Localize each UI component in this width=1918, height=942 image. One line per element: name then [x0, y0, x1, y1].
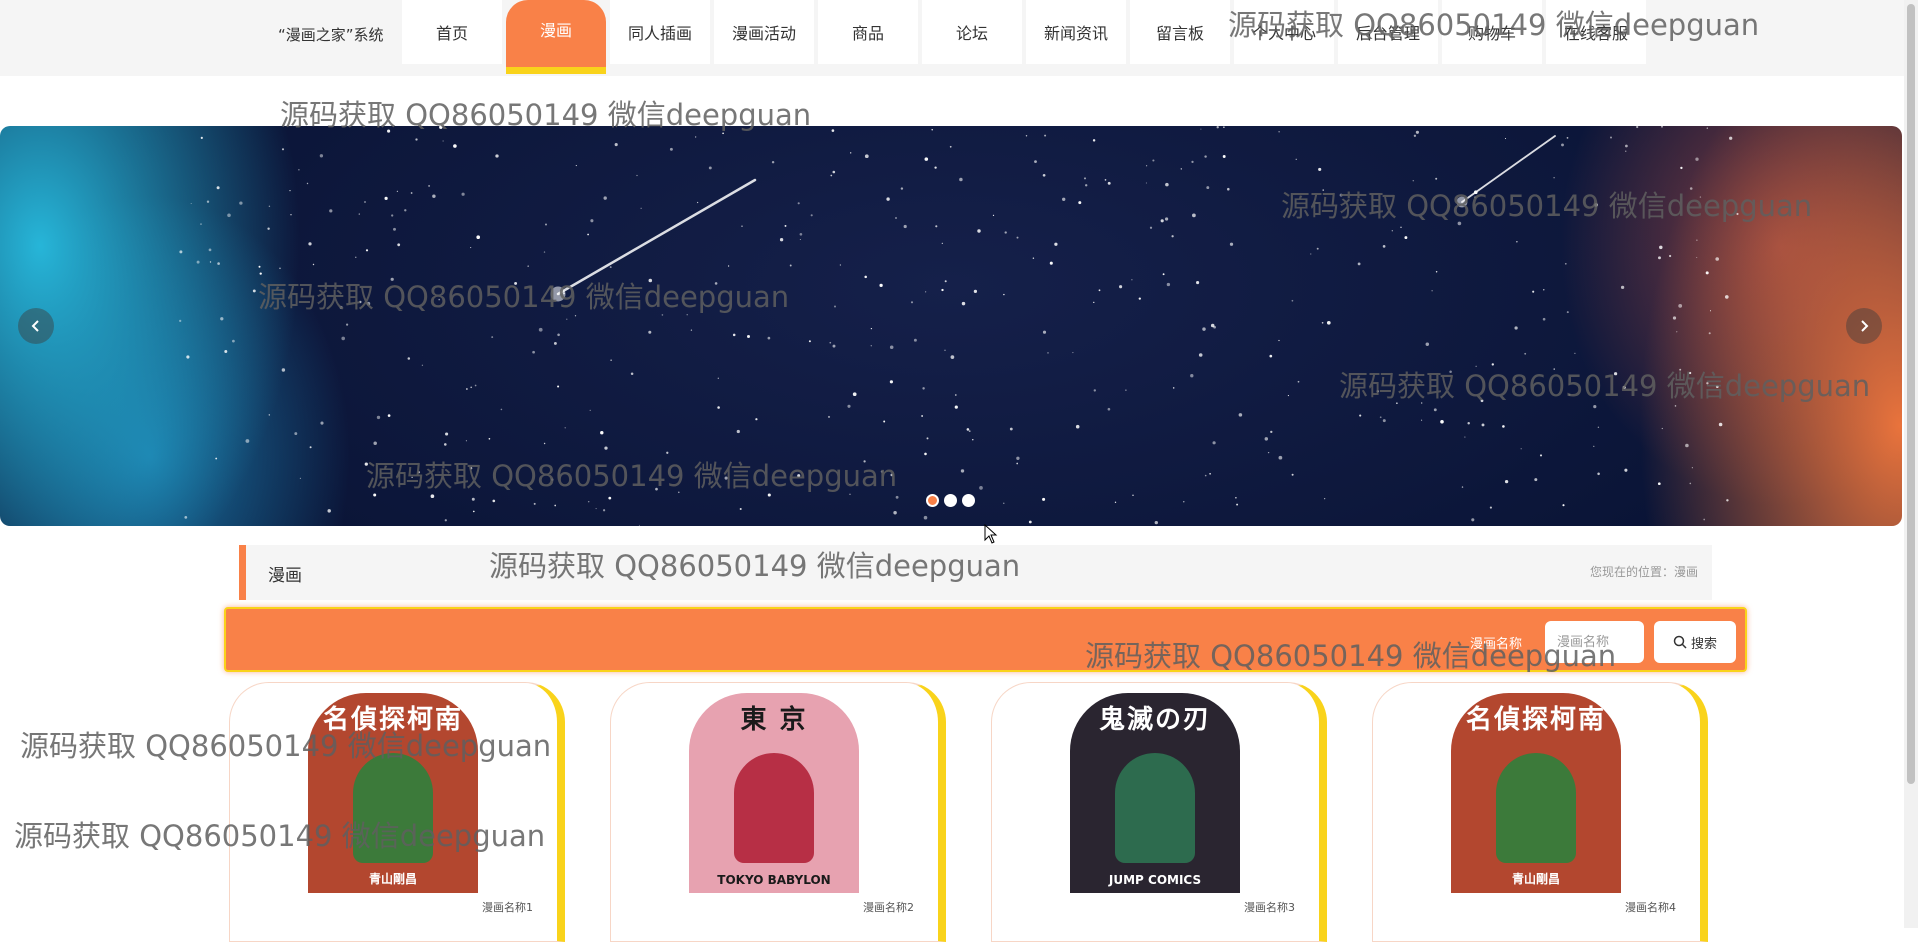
- comic-name[interactable]: 漫画名称4: [1625, 899, 1676, 915]
- cover-author: 青山剛昌: [1511, 872, 1560, 886]
- search-icon: [1673, 635, 1687, 649]
- section-title: 漫画: [268, 566, 302, 586]
- comic-name[interactable]: 漫画名称1: [482, 899, 533, 915]
- comic-cover-image[interactable]: 名偵探柯南 青山剛昌: [1451, 693, 1621, 893]
- page-scrollbar[interactable]: [1904, 0, 1918, 928]
- carousel-indicators: [926, 494, 980, 507]
- carousel-dot-1[interactable]: [926, 494, 939, 507]
- main-nav: 首页 漫画 同人插画 漫画活动 商品 论坛 新闻资讯 留言板 个人中心 后台管理…: [402, 0, 1650, 74]
- top-navbar: “漫画之家”系统 首页 漫画 同人插画 漫画活动 商品 论坛 新闻资讯 留言板 …: [0, 0, 1918, 76]
- cover-author: TOKYO BABYLON: [717, 873, 831, 887]
- nav-item-fan-illustrations[interactable]: 同人插画: [610, 0, 710, 64]
- nav-item-comics[interactable]: 漫画: [506, 0, 606, 74]
- cover-title: 名偵探柯南: [322, 705, 463, 735]
- carousel-dot-2[interactable]: [944, 494, 957, 507]
- banner-carousel[interactable]: [0, 126, 1902, 526]
- nav-item-forum[interactable]: 论坛: [922, 0, 1022, 64]
- comic-card[interactable]: 鬼滅の刃 JUMP COMICS 漫画名称3: [991, 682, 1327, 942]
- mouse-pointer-icon: [984, 524, 998, 544]
- comic-card[interactable]: 東 京 TOKYO BABYLON 漫画名称2: [610, 682, 946, 942]
- cover-author: JUMP COMICS: [1108, 873, 1202, 887]
- nav-item-message-board[interactable]: 留言板: [1130, 0, 1230, 64]
- comic-name[interactable]: 漫画名称3: [1244, 899, 1295, 915]
- nav-item-news[interactable]: 新闻资讯: [1026, 0, 1126, 64]
- nav-item-cart[interactable]: 购物车: [1442, 0, 1542, 64]
- chevron-right-icon: [1861, 320, 1869, 332]
- nav-item-admin[interactable]: 后台管理: [1338, 0, 1438, 64]
- search-button[interactable]: 搜索: [1654, 621, 1736, 663]
- comic-name[interactable]: 漫画名称2: [863, 899, 914, 915]
- nav-item-personal-center[interactable]: 个人中心: [1234, 0, 1334, 64]
- search-label: 漫画名称: [1470, 637, 1523, 652]
- carousel-next-button[interactable]: [1846, 308, 1882, 344]
- cover-figure: [353, 753, 433, 863]
- cover-figure: [1115, 753, 1195, 863]
- search-bar: 漫画名称 搜索: [224, 607, 1747, 672]
- nav-item-online-service[interactable]: 在线客服: [1546, 0, 1646, 64]
- cover-figure: [734, 753, 814, 863]
- comic-name-search-input[interactable]: [1545, 621, 1644, 663]
- cover-title: 名偵探柯南: [1465, 705, 1606, 735]
- nav-item-comic-events[interactable]: 漫画活动: [714, 0, 814, 64]
- cover-figure: [1496, 753, 1576, 863]
- comic-card[interactable]: 名偵探柯南 青山剛昌 漫画名称4: [1372, 682, 1708, 942]
- comic-cover-image[interactable]: 東 京 TOKYO BABYLON: [689, 693, 859, 893]
- comic-cover-image[interactable]: 名偵探柯南 青山剛昌: [308, 693, 478, 893]
- scrollbar-thumb[interactable]: [1907, 4, 1915, 784]
- breadcrumb: 您现在的位置：漫画: [1589, 565, 1698, 579]
- nav-item-home[interactable]: 首页: [402, 0, 502, 64]
- cover-title: 鬼滅の刃: [1098, 705, 1211, 735]
- chevron-left-icon: [31, 320, 39, 332]
- nav-item-products[interactable]: 商品: [818, 0, 918, 64]
- carousel-prev-button[interactable]: [18, 308, 54, 344]
- cover-author: 青山剛昌: [368, 872, 417, 886]
- comic-cover-image[interactable]: 鬼滅の刃 JUMP COMICS: [1070, 693, 1240, 893]
- comic-list: 名偵探柯南 青山剛昌 漫画名称1 東 京 TOKYO BABYLON 漫画名称2…: [229, 682, 1753, 942]
- section-header: 漫画 您现在的位置：漫画: [239, 545, 1712, 600]
- carousel-dot-3[interactable]: [962, 494, 975, 507]
- comic-card[interactable]: 名偵探柯南 青山剛昌 漫画名称1: [229, 682, 565, 942]
- cover-title: 東 京: [740, 705, 808, 735]
- starfield-image: [179, 126, 1739, 526]
- search-button-label: 搜索: [1690, 636, 1717, 652]
- site-brand[interactable]: “漫画之家”系统: [278, 24, 384, 45]
